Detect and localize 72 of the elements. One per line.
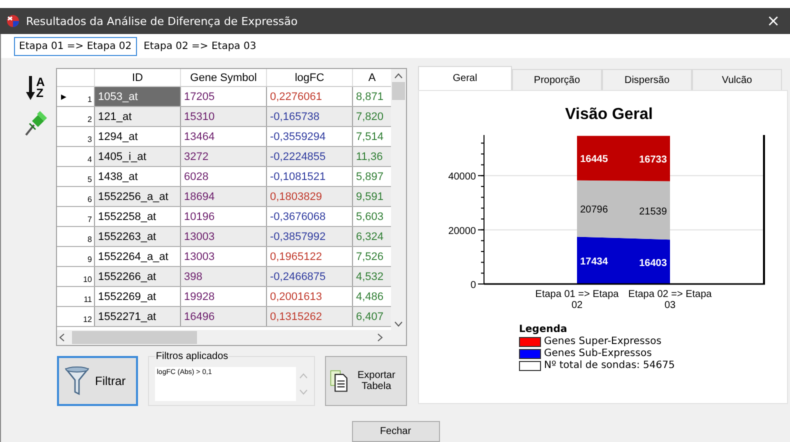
- table-cell: 1552263_at: [95, 227, 181, 246]
- table-cell: 18694: [181, 187, 267, 206]
- table-cell: -0,3676068: [267, 207, 353, 226]
- axis-label: Etapa 02 => Etapa 03: [628, 289, 712, 311]
- table-cell: 1552269_at: [95, 287, 181, 306]
- chart-tab[interactable]: Proporção: [512, 69, 602, 90]
- table-cell: 0,1803829: [267, 187, 353, 206]
- table-cell: 0,1315262: [267, 307, 353, 326]
- row-header[interactable]: 8: [57, 227, 95, 246]
- data-label: 20796: [580, 204, 608, 216]
- table-cell: 13003: [181, 247, 267, 266]
- table-cell: 0,2276061: [267, 87, 353, 106]
- table-cell: -0,165738: [267, 107, 353, 126]
- data-label: 17434: [580, 256, 608, 268]
- row-header[interactable]: 12: [57, 307, 95, 326]
- column-header[interactable]: ID: [95, 69, 181, 86]
- column-header[interactable]: Gene Symbol: [181, 69, 267, 86]
- table-cell: 1438_at: [95, 167, 181, 186]
- data-label: 16445: [580, 154, 608, 166]
- table-cell: -0,3857992: [267, 227, 353, 246]
- window-title: Resultados da Análise de Diferença de Expressão: [26, 14, 299, 28]
- table-cell: 398: [181, 267, 267, 286]
- table-cell: -0,2224855: [267, 147, 353, 166]
- chart-title: Visão Geral: [565, 106, 653, 123]
- column-header[interactable]: logFC: [267, 69, 353, 86]
- table-cell: 17205: [181, 87, 267, 106]
- legend-label: Genes Super-Expressos: [544, 336, 662, 347]
- table-cell: 19928: [181, 287, 267, 306]
- export-button[interactable]: Exportar Tabela: [325, 356, 407, 406]
- data-label: 16403: [639, 258, 667, 269]
- table-cell: 1053_at: [95, 87, 181, 106]
- axis-label: 40000: [448, 172, 476, 183]
- close-button[interactable]: Fechar: [352, 420, 440, 442]
- legend-title: Legenda: [519, 324, 568, 335]
- chart-tab[interactable]: Geral: [418, 66, 512, 90]
- filter-button[interactable]: Filtrar: [57, 356, 138, 406]
- row-header[interactable]: 2: [57, 107, 95, 126]
- stage-tab[interactable]: Etapa 01 => Etapa 02: [14, 36, 137, 56]
- table-cell: 121_at: [95, 107, 181, 126]
- table-cell: 0,2001613: [267, 287, 353, 306]
- chart-tab[interactable]: Vulcão: [692, 69, 782, 90]
- table-cell: 15310: [181, 107, 267, 126]
- close-icon[interactable]: ×: [764, 13, 782, 29]
- row-header[interactable]: 6: [57, 187, 95, 206]
- table-cell: 1294_at: [95, 127, 181, 146]
- table-cell: 1552271_at: [95, 307, 181, 326]
- table-cell: 1405_i_at: [95, 147, 181, 166]
- table-cell: -0,2466875: [267, 267, 353, 286]
- table-cell: 1552264_a_at: [95, 247, 181, 266]
- axis-label: 0: [470, 280, 476, 291]
- table-cell: 1552256_a_at: [95, 187, 181, 206]
- data-label: 16733: [639, 154, 667, 166]
- axis-label: 20000: [448, 226, 476, 237]
- table-cell: 1552258_at: [95, 207, 181, 226]
- table-cell: 1552266_at: [95, 267, 181, 286]
- chart-tab[interactable]: Dispersão: [602, 69, 692, 90]
- table-cell: 0,1965122: [267, 247, 353, 266]
- table-cell: 16496: [181, 307, 267, 326]
- row-header[interactable]: 10: [57, 267, 95, 286]
- legend-label: Genes Sub-Expressos: [544, 348, 652, 359]
- table-cell: 6028: [181, 167, 267, 186]
- table-cell: 10196: [181, 207, 267, 226]
- table-cell: -0,1081521: [267, 167, 353, 186]
- row-header[interactable]: 4: [57, 147, 95, 166]
- table-cell: 13003: [181, 227, 267, 246]
- legend-label: Nº total de sondas: 54675: [544, 360, 675, 371]
- group-title: Filtros aplicados: [154, 351, 230, 362]
- table-cell: 3272: [181, 147, 267, 166]
- axis-label: Etapa 01 => Etapa 02: [535, 289, 619, 311]
- table-cell: -0,3559294: [267, 127, 353, 146]
- table-cell: 13464: [181, 127, 267, 146]
- data-label: 21539: [639, 206, 667, 218]
